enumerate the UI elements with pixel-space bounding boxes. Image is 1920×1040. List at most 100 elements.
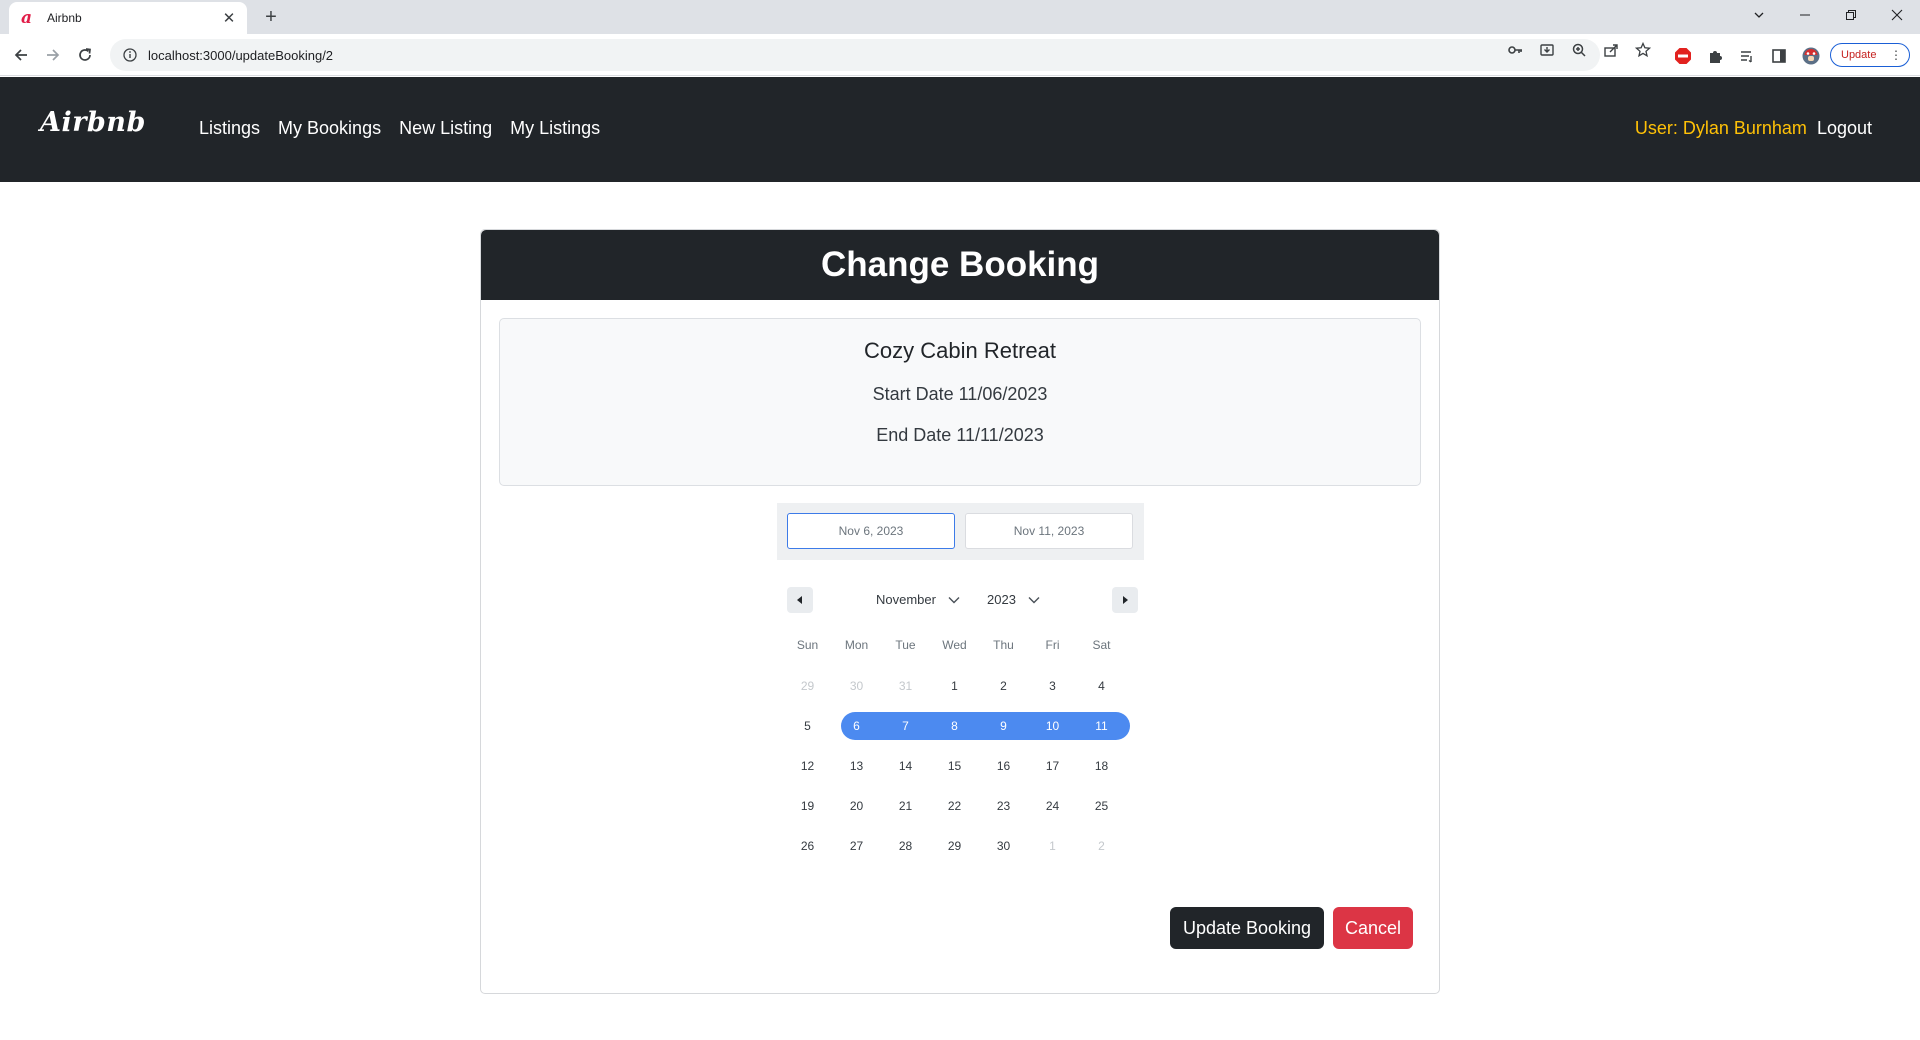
- restore-icon[interactable]: [1828, 0, 1874, 30]
- install-app-icon[interactable]: [1539, 42, 1555, 58]
- calendar-day[interactable]: 23: [979, 792, 1028, 820]
- calendar-week: 19 20 21 22 23 24 25: [783, 792, 1128, 832]
- airbnb-favicon-icon: a: [21, 8, 33, 28]
- prev-month-button[interactable]: [787, 587, 813, 613]
- calendar-grid: 29 30 31 1 2 3 4 5 6 7 8 9 10 11 12 13 1…: [783, 672, 1130, 872]
- weekday-label: Sat: [1092, 638, 1111, 652]
- calendar-day-selected[interactable]: 8: [930, 712, 979, 740]
- calendar-day[interactable]: 2: [1077, 832, 1126, 860]
- chevron-down-icon: [1028, 596, 1040, 603]
- url-text: localhost:3000/updateBooking/2: [148, 47, 334, 63]
- adblock-plus-icon[interactable]: [1674, 47, 1692, 65]
- calendar-day[interactable]: 1: [1028, 832, 1077, 860]
- calendar-day[interactable]: 18: [1077, 752, 1126, 780]
- airbnb-logo[interactable]: Airbnb: [40, 107, 146, 138]
- calendar-day[interactable]: 20: [832, 792, 881, 820]
- listing-name: Cozy Cabin Retreat: [864, 338, 1056, 363]
- calendar-day[interactable]: 4: [1077, 672, 1126, 700]
- weekday-label: Wed: [942, 638, 967, 652]
- calendar-day[interactable]: 1: [930, 672, 979, 700]
- calendar-day[interactable]: 14: [881, 752, 930, 780]
- share-icon[interactable]: [1603, 42, 1619, 58]
- chevron-down-icon: [948, 596, 960, 603]
- next-month-button[interactable]: [1112, 587, 1138, 613]
- reload-icon[interactable]: [73, 43, 97, 67]
- reading-list-icon[interactable]: [1738, 47, 1756, 65]
- calendar-day-selected[interactable]: 7: [881, 712, 930, 740]
- calendar-day-selected[interactable]: 6: [832, 712, 881, 740]
- nav-link-my-listings[interactable]: My Listings: [510, 118, 600, 139]
- caret-left-icon: [797, 596, 802, 604]
- nav-link-new-listing[interactable]: New Listing: [399, 118, 492, 139]
- calendar-day[interactable]: 27: [832, 832, 881, 860]
- browser-tab[interactable]: a Airbnb ✕: [9, 2, 247, 34]
- back-arrow-icon[interactable]: [9, 43, 33, 67]
- end-date-input[interactable]: Nov 11, 2023: [965, 513, 1133, 549]
- start-date-text: Start Date 11/06/2023: [872, 384, 1048, 404]
- calendar-day[interactable]: 5: [783, 712, 832, 740]
- calendar-day[interactable]: 28: [881, 832, 930, 860]
- nav-links: Listings My Bookings New Listing My List…: [199, 118, 600, 139]
- calendar-day[interactable]: 25: [1077, 792, 1126, 820]
- zoom-icon[interactable]: [1571, 42, 1587, 58]
- calendar-day[interactable]: 12: [783, 752, 832, 780]
- start-date-input[interactable]: Nov 6, 2023: [787, 513, 955, 549]
- weekday-label: Tue: [895, 638, 916, 652]
- bookmark-star-icon[interactable]: [1635, 42, 1651, 58]
- tab-search-icon[interactable]: [1736, 0, 1782, 30]
- month-value: November: [876, 592, 936, 607]
- browser-toolbar: localhost:3000/updateBooking/2 Update ⋮: [0, 34, 1920, 76]
- calendar-day[interactable]: 29: [783, 672, 832, 700]
- more-menu-icon[interactable]: ⋮: [1890, 48, 1902, 62]
- nav-link-my-bookings[interactable]: My Bookings: [278, 118, 381, 139]
- close-window-icon[interactable]: [1874, 0, 1920, 30]
- site-navbar: Airbnb Listings My Bookings New Listing …: [0, 77, 1920, 182]
- calendar-day[interactable]: 30: [832, 672, 881, 700]
- key-icon[interactable]: [1507, 42, 1523, 58]
- calendar-day[interactable]: 31: [881, 672, 930, 700]
- nav-link-listings[interactable]: Listings: [199, 118, 260, 139]
- calendar-day-selected[interactable]: 9: [979, 712, 1028, 740]
- minimize-icon[interactable]: [1782, 0, 1828, 30]
- calendar-day[interactable]: 2: [979, 672, 1028, 700]
- year-value: 2023: [987, 592, 1016, 607]
- extensions-puzzle-icon[interactable]: [1706, 47, 1724, 65]
- calendar-day[interactable]: 17: [1028, 752, 1077, 780]
- weekday-label: Mon: [844, 638, 869, 652]
- year-select[interactable]: 2023: [987, 592, 1040, 607]
- update-booking-button[interactable]: Update Booking: [1170, 907, 1324, 949]
- logout-link[interactable]: Logout: [1817, 118, 1872, 139]
- month-select[interactable]: November: [876, 592, 960, 607]
- calendar-day[interactable]: 19: [783, 792, 832, 820]
- profile-avatar-icon[interactable]: [1802, 47, 1820, 65]
- caret-right-icon: [1123, 596, 1128, 604]
- side-panel-icon[interactable]: [1770, 47, 1788, 65]
- card-header: Change Booking: [481, 230, 1439, 300]
- tab-close-icon[interactable]: ✕: [221, 9, 237, 27]
- calendar-day[interactable]: 24: [1028, 792, 1077, 820]
- current-user-label: User: Dylan Burnham: [1634, 118, 1807, 138]
- weekday-label: Thu: [993, 638, 1014, 652]
- weekday-label: Fri: [1045, 638, 1060, 652]
- browser-tabstrip: a Airbnb ✕ +: [0, 0, 1920, 34]
- new-tab-button[interactable]: +: [259, 5, 283, 29]
- site-info-icon[interactable]: [122, 47, 138, 63]
- address-bar[interactable]: localhost:3000/updateBooking/2: [110, 39, 1600, 71]
- calendar-day[interactable]: 15: [930, 752, 979, 780]
- calendar-day[interactable]: 3: [1028, 672, 1077, 700]
- calendar-day[interactable]: 16: [979, 752, 1028, 780]
- calendar-day[interactable]: 22: [930, 792, 979, 820]
- page-title: Change Booking: [820, 245, 1100, 284]
- forward-arrow-icon[interactable]: [41, 43, 65, 67]
- booking-summary: Cozy Cabin Retreat Start Date 11/06/2023…: [499, 318, 1421, 486]
- cancel-button[interactable]: Cancel: [1333, 907, 1413, 949]
- chrome-update-button[interactable]: Update ⋮: [1830, 43, 1910, 67]
- calendar-day[interactable]: 13: [832, 752, 881, 780]
- calendar-day[interactable]: 29: [930, 832, 979, 860]
- calendar-day-selected[interactable]: 10: [1028, 712, 1077, 740]
- end-date-text: End Date 11/11/2023: [876, 425, 1044, 445]
- calendar-day-selected[interactable]: 11: [1077, 712, 1126, 740]
- calendar-day[interactable]: 21: [881, 792, 930, 820]
- calendar-day[interactable]: 30: [979, 832, 1028, 860]
- calendar-day[interactable]: 26: [783, 832, 832, 860]
